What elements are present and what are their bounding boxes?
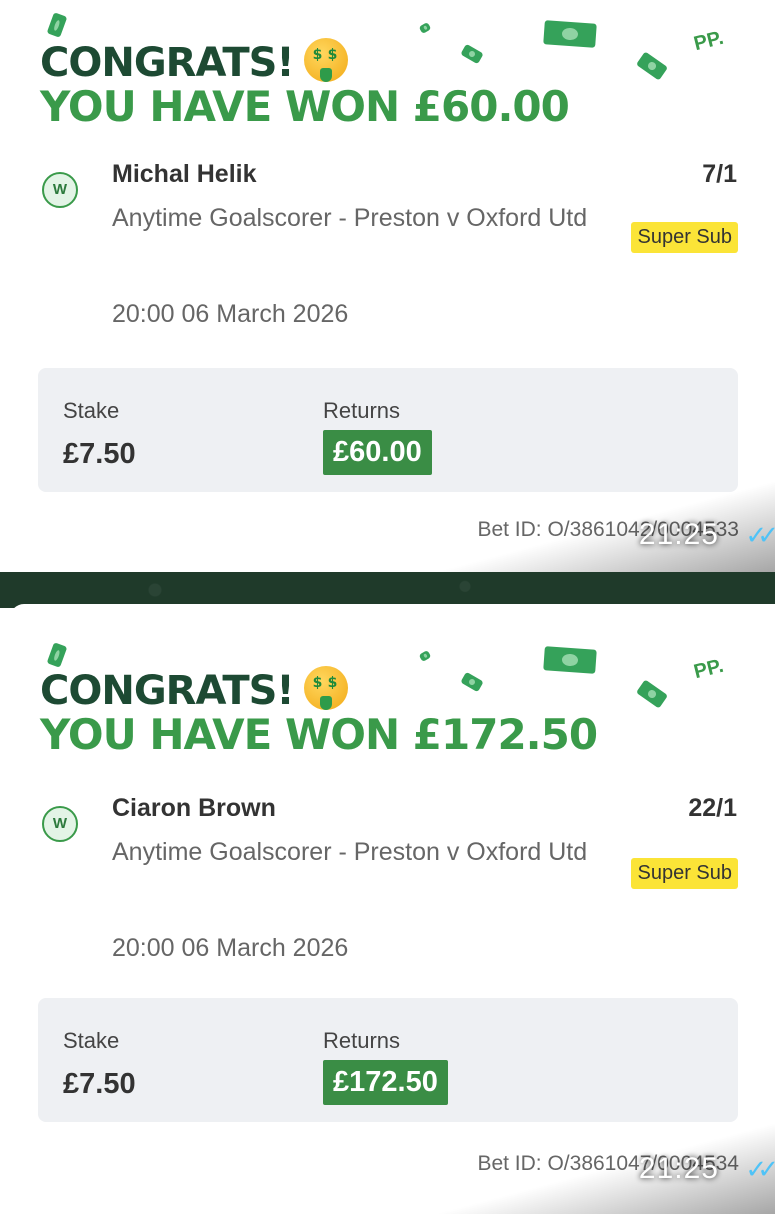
stake-returns-panel: Stake Returns £7.50 £172.50 [38, 998, 738, 1122]
pp-logo: PP. [691, 26, 726, 56]
banknote-icon [418, 650, 432, 662]
super-sub-tag: Super Sub [631, 222, 738, 253]
stake-value: £7.50 [63, 438, 136, 470]
double-tick-icon: ✓✓ [745, 1154, 775, 1184]
stake-label: Stake [63, 1028, 120, 1053]
stake-label: Stake [63, 398, 120, 423]
banknote-icon [46, 642, 68, 668]
congrats-text: CONGRATS! [40, 668, 295, 714]
congrats-heading: CONGRATS! [40, 666, 348, 714]
banknote-icon [543, 646, 597, 674]
congrats-text: CONGRATS! [40, 40, 295, 86]
bet-card-1: PP. CONGRATS! YOU HAVE WON £60.00 W Mich… [10, 0, 775, 572]
stake-returns-panel: Stake Returns £7.50 £60.00 [38, 368, 738, 492]
congrats-heading: CONGRATS! [40, 38, 348, 86]
stake-value: £7.50 [63, 1068, 136, 1100]
selection-name: Michal Helik [112, 160, 257, 188]
odds: 7/1 [702, 160, 737, 188]
banknote-icon [543, 20, 597, 48]
banknote-icon [635, 51, 669, 81]
banknote-icon [635, 679, 669, 709]
super-sub-tag: Super Sub [631, 858, 738, 889]
event-datetime: 20:00 06 March 2026 [112, 300, 349, 328]
won-amount-heading: YOU HAVE WON £60.00 [40, 82, 570, 131]
odds: 22/1 [688, 794, 737, 822]
message-time: 21:25 [638, 1152, 719, 1185]
win-status-badge: W [42, 172, 78, 208]
banknote-icon [418, 22, 432, 34]
win-status-badge: W [42, 806, 78, 842]
returns-label: Returns [323, 398, 401, 423]
chat-background-divider [0, 572, 775, 608]
bet-card-2: PP. CONGRATS! YOU HAVE WON £172.50 W Cia… [10, 604, 775, 1214]
returns-label: Returns [323, 1028, 401, 1053]
returns-value: £60.00 [323, 430, 432, 475]
won-amount-heading: YOU HAVE WON £172.50 [40, 710, 598, 759]
double-tick-icon: ✓✓ [745, 520, 775, 550]
market-description: Anytime Goalscorer - Preston v Oxford Ut… [112, 204, 588, 232]
banknote-icon [460, 671, 484, 693]
event-datetime: 20:00 06 March 2026 [112, 934, 349, 962]
message-time: 21:25 [638, 518, 719, 551]
pp-logo: PP. [691, 654, 726, 684]
selection-name: Ciaron Brown [112, 794, 276, 822]
money-mouth-emoji-icon [303, 666, 348, 710]
returns-value: £172.50 [323, 1060, 448, 1105]
money-mouth-emoji-icon [303, 38, 348, 82]
banknote-icon [46, 12, 68, 38]
market-description: Anytime Goalscorer - Preston v Oxford Ut… [112, 838, 588, 866]
banknote-icon [460, 43, 484, 65]
